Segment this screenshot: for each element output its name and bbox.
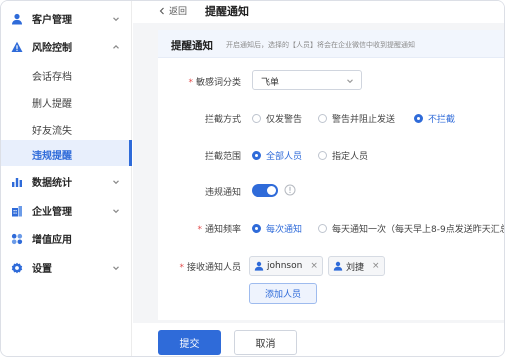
- app-frame: 客户管理 风险控制 会话存档 删人提醒 好友流失 违规提醒 数据统计 企业管理: [0, 0, 505, 357]
- chevron-down-icon: [113, 179, 119, 184]
- remove-tag-button[interactable]: ×: [372, 261, 380, 271]
- info-icon[interactable]: [284, 184, 296, 196]
- sidebar-item-label: 企业管理: [32, 207, 72, 218]
- category-select[interactable]: 飞单: [252, 70, 362, 90]
- recipient-tag: 刘捷 ×: [328, 256, 385, 276]
- submit-button[interactable]: 提交: [158, 330, 221, 355]
- sidebar-subitem-friend-loss[interactable]: 好友流失: [1, 115, 132, 141]
- add-recipient-button[interactable]: 添加人员: [249, 283, 317, 304]
- back-button[interactable]: 返回: [158, 4, 187, 17]
- sidebar-item-enterprise[interactable]: 企业管理: [1, 197, 132, 224]
- page-title: 提醒通知: [205, 5, 249, 18]
- chevron-down-icon: [113, 265, 119, 270]
- sidebar-subitem-archive[interactable]: 会话存档: [1, 61, 132, 87]
- card-title: 提醒通知: [171, 40, 213, 52]
- card-description: 开启通知后，选择的【人员】将会在企业微信中收到提醒通知: [226, 41, 415, 49]
- category-select-value: 飞单: [261, 78, 280, 88]
- scope-option-all[interactable]: 全部人员: [252, 149, 302, 162]
- notify-toggle[interactable]: [252, 184, 278, 197]
- person-icon: [333, 261, 343, 271]
- person-icon: [12, 13, 22, 24]
- radio-dot: [252, 224, 261, 233]
- required-mark: *: [188, 78, 193, 88]
- radio-dot: [252, 114, 261, 123]
- settings-card: 提醒通知 开启通知后，选择的【人员】将会在企业微信中收到提醒通知 * 敏感词分类 …: [158, 30, 504, 320]
- main-content: 返回 提醒通知 提醒通知 开启通知后，选择的【人员】将会在企业微信中收到提醒通知…: [133, 1, 504, 356]
- sidebar-item-label: 客户管理: [32, 15, 72, 26]
- sidebar-item-apps[interactable]: 增值应用: [1, 225, 132, 252]
- sidebar-item-label: 数据统计: [32, 178, 72, 189]
- radio-dot: [318, 151, 327, 160]
- required-mark: *: [197, 225, 202, 235]
- sidebar-item-label: 风险控制: [32, 43, 72, 54]
- sidebar-subitem-label: 违规提醒: [32, 151, 72, 162]
- intercept-option-none[interactable]: 不拦截: [414, 112, 455, 125]
- sidebar-item-customer[interactable]: 客户管理: [1, 5, 132, 32]
- gear-icon: [11, 262, 23, 273]
- recipient-tag: johnson ×: [249, 256, 323, 276]
- sidebar: 客户管理 风险控制 会话存档 删人提醒 好友流失 违规提醒 数据统计 企业管理: [1, 1, 132, 356]
- chevron-down-icon: [113, 208, 119, 213]
- sidebar-item-risk[interactable]: 风险控制: [1, 33, 132, 60]
- radio-dot: [318, 224, 327, 233]
- intercept-label: 拦截方式: [204, 115, 241, 125]
- intercept-option-warn-block[interactable]: 警告并阻止发送: [318, 112, 395, 125]
- sidebar-item-stats[interactable]: 数据统计: [1, 168, 132, 195]
- sidebar-subitem-label: 删人提醒: [32, 99, 72, 110]
- bar-chart-icon: [12, 177, 22, 187]
- building-icon: [12, 205, 22, 216]
- frequency-label: * 通知频率: [197, 225, 241, 235]
- top-bar: 返回 提醒通知: [133, 1, 504, 23]
- cancel-button[interactable]: 取消: [234, 330, 297, 355]
- intercept-option-warn[interactable]: 仅发警告: [252, 112, 302, 125]
- chevron-down-icon: [113, 16, 119, 21]
- required-mark: *: [179, 263, 184, 273]
- frequency-option-daily[interactable]: 每天通知一次（每天早上8-9点发送昨天汇总: [318, 222, 504, 235]
- scope-label: 拦截范围: [204, 152, 241, 162]
- radio-dot: [252, 151, 261, 160]
- form-footer: 提交 取消: [133, 323, 504, 356]
- sidebar-subitem-delete-reminder[interactable]: 删人提醒: [1, 88, 132, 114]
- radio-dot: [414, 114, 423, 123]
- radio-dot: [318, 114, 327, 123]
- sidebar-subitem-label: 好友流失: [32, 126, 72, 137]
- card-header: 提醒通知 开启通知后，选择的【人员】将会在企业微信中收到提醒通知: [158, 30, 504, 58]
- recipients-label: * 接收通知人员: [179, 263, 241, 273]
- warning-triangle-icon: [11, 41, 23, 52]
- remove-tag-button[interactable]: ×: [310, 261, 318, 271]
- scope-option-specific[interactable]: 指定人员: [318, 149, 368, 162]
- sidebar-item-settings[interactable]: 设置: [1, 254, 132, 281]
- sidebar-subitem-violation[interactable]: 违规提醒: [1, 140, 132, 166]
- back-label: 返回: [169, 7, 188, 17]
- chevron-up-icon: [113, 44, 119, 49]
- sidebar-item-label: 增值应用: [32, 235, 72, 246]
- category-label: * 敏感词分类: [188, 78, 241, 88]
- sidebar-subitem-label: 会话存档: [32, 72, 72, 83]
- person-icon: [254, 261, 264, 271]
- frequency-option-each[interactable]: 每次通知: [252, 222, 302, 235]
- chevron-down-icon: [347, 79, 353, 84]
- apps-icon: [11, 233, 23, 244]
- notify-label: 违规通知: [204, 188, 241, 198]
- sidebar-item-label: 设置: [32, 264, 52, 275]
- chevron-left-icon: [159, 7, 164, 14]
